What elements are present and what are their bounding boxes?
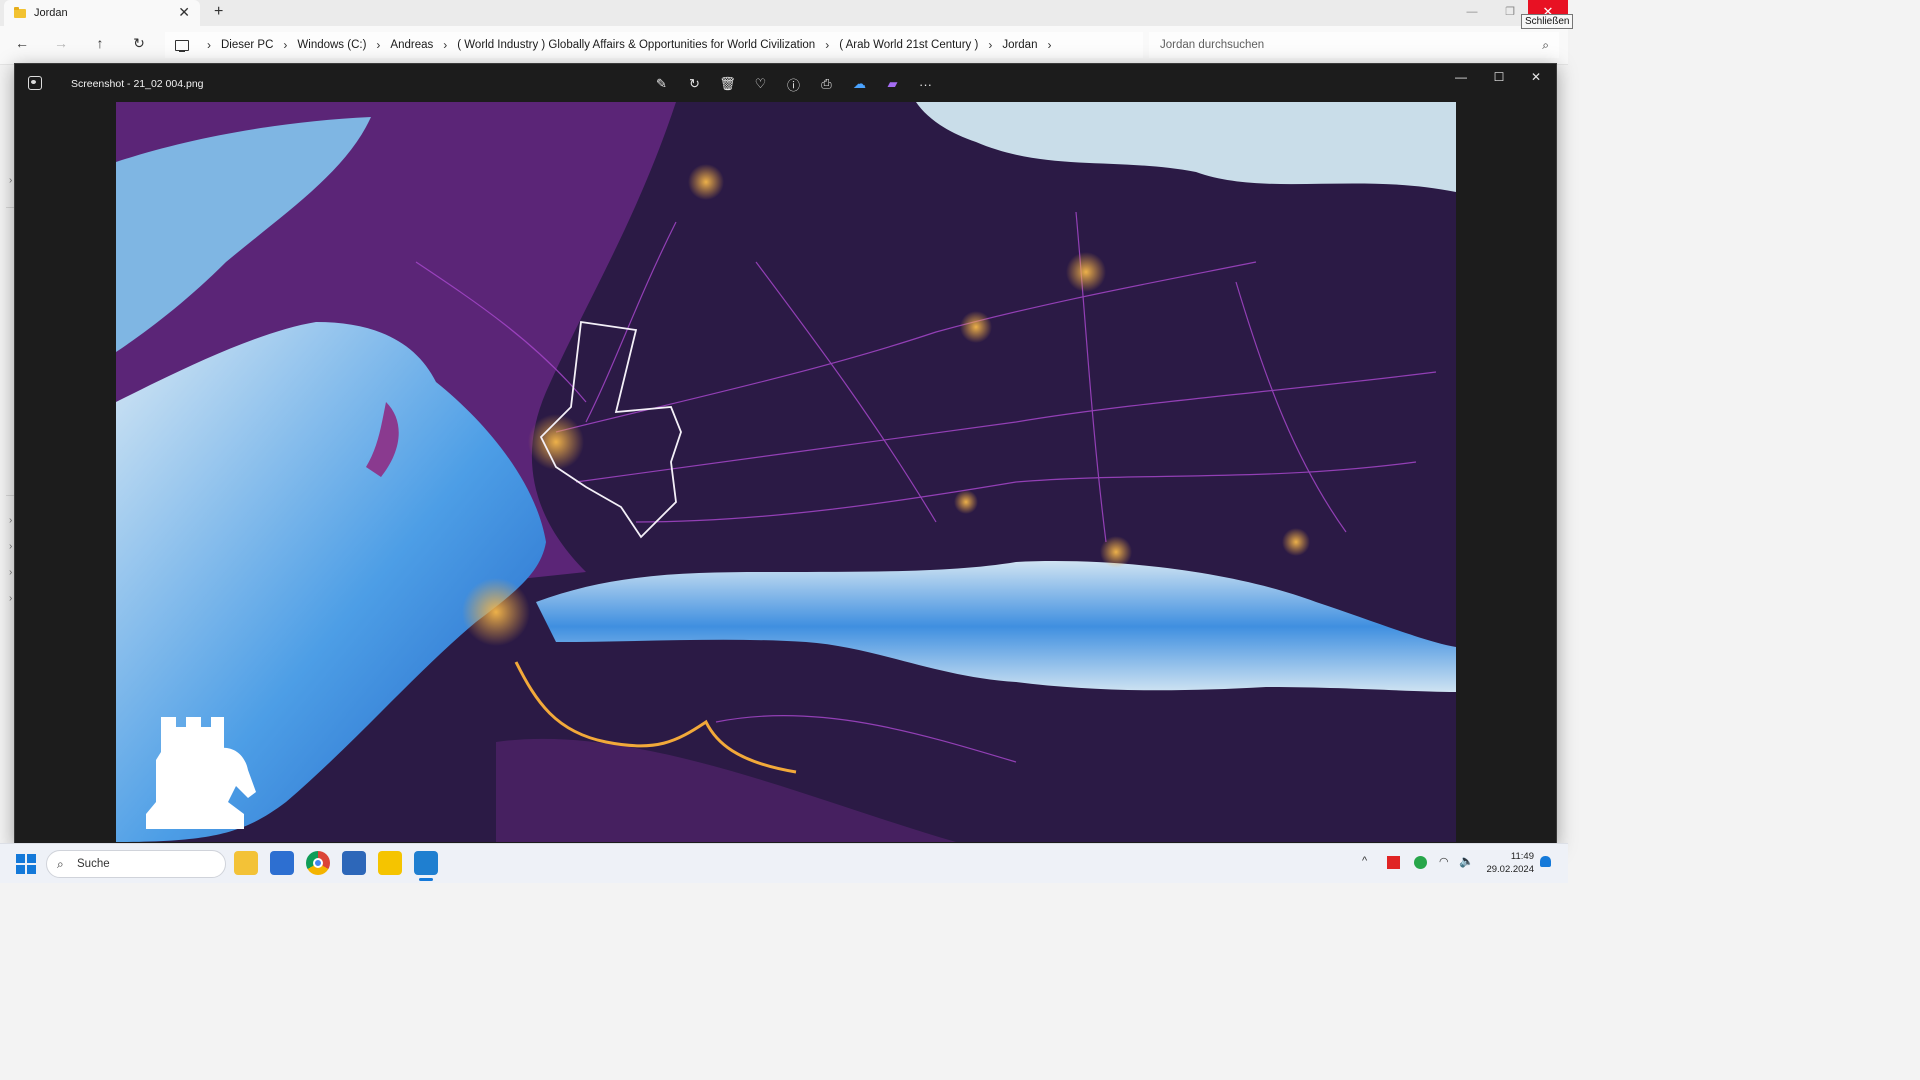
image-filename: Screenshot - 21_02 004.png: [71, 78, 204, 90]
map-image: [116, 102, 1456, 842]
new-tab-button[interactable]: +: [214, 3, 223, 21]
photos-minimize-button[interactable]: —: [1449, 70, 1473, 84]
favorite-icon[interactable]: ♡: [744, 73, 777, 95]
notification-bell-icon[interactable]: [1540, 856, 1551, 867]
chevron-right-icon[interactable]: ›: [825, 38, 829, 52]
folder-icon: [14, 6, 26, 18]
clipchamp-icon[interactable]: ▰: [876, 73, 909, 95]
photos-title-bar: Screenshot - 21_02 004.png ✎ ↻ 🗑 ♡ ⓘ ⎙ ☁…: [15, 64, 1556, 102]
address-bar: ← → ↑ ↻ › Dieser PC › Windows (C:) › And…: [0, 26, 1568, 65]
print-icon[interactable]: ⎙: [810, 73, 843, 95]
chevron-right-icon[interactable]: ›: [207, 38, 211, 52]
divider: [6, 495, 14, 496]
photos-close-button[interactable]: ✕: [1524, 70, 1548, 84]
refresh-button[interactable]: ↻: [129, 35, 149, 52]
chevron-right-icon[interactable]: ›: [9, 567, 12, 578]
chevron-right-icon[interactable]: ›: [283, 38, 287, 52]
chevron-right-icon[interactable]: ›: [9, 175, 12, 186]
tab-bar: Jordan ✕ + — ❐ ✕: [0, 0, 1568, 26]
photos-app-taskbar-icon[interactable]: [414, 851, 438, 875]
back-button[interactable]: ←: [12, 35, 32, 51]
tab-jordan[interactable]: Jordan ✕: [4, 0, 200, 26]
photos-app-icon: [28, 76, 42, 90]
clock-date: 29.02.2024: [1486, 864, 1534, 875]
search-icon[interactable]: ⌕: [1542, 32, 1549, 58]
clock[interactable]: 11:49 29.02.2024: [1484, 850, 1534, 876]
chevron-right-icon[interactable]: ›: [9, 541, 12, 552]
breadcrumb[interactable]: › Dieser PC › Windows (C:) › Andreas › (…: [165, 32, 1143, 58]
onedrive-icon[interactable]: ☁: [843, 73, 876, 95]
notepad-icon[interactable]: [342, 851, 366, 875]
file-explorer-icon[interactable]: [234, 851, 258, 875]
photos-window: Screenshot - 21_02 004.png ✎ ↻ 🗑 ♡ ⓘ ⎙ ☁…: [14, 63, 1557, 845]
microsoft-store-icon[interactable]: [270, 851, 294, 875]
chevron-right-icon[interactable]: ›: [9, 593, 12, 604]
photos-toolbar: ✎ ↻ 🗑 ♡ ⓘ ⎙ ☁ ▰ ···: [645, 73, 942, 95]
media-player-icon[interactable]: [378, 851, 402, 875]
security-tray-icon[interactable]: [1414, 856, 1427, 869]
volume-icon[interactable]: 🔈: [1459, 854, 1474, 868]
acrobat-tray-icon[interactable]: [1387, 856, 1400, 869]
edit-icon[interactable]: ✎: [645, 73, 678, 95]
wifi-icon[interactable]: ◠: [1439, 855, 1449, 868]
windows-start-icon[interactable]: [16, 854, 36, 874]
more-icon[interactable]: ···: [909, 73, 942, 95]
delete-icon[interactable]: 🗑: [711, 73, 744, 95]
chevron-right-icon[interactable]: ›: [988, 38, 992, 52]
image-viewer[interactable]: [116, 102, 1456, 842]
breadcrumb-item[interactable]: ( Arab World 21st Century ): [839, 39, 978, 51]
tab-close-icon[interactable]: ✕: [178, 5, 190, 19]
close-tooltip: Schließen: [1521, 14, 1574, 29]
chrome-icon[interactable]: [306, 851, 330, 875]
info-icon[interactable]: ⓘ: [777, 73, 810, 95]
breadcrumb-item[interactable]: ( World Industry ) Globally Affairs & Op…: [457, 39, 815, 51]
search-icon: ⌕: [57, 857, 64, 871]
forward-button[interactable]: →: [51, 35, 71, 51]
divider: [6, 207, 14, 208]
chevron-right-icon[interactable]: ›: [376, 38, 380, 52]
taskbar-search-label: Suche: [77, 858, 110, 870]
rotate-icon[interactable]: ↻: [678, 73, 711, 95]
clock-time: 11:49: [1510, 851, 1534, 862]
minimize-button[interactable]: —: [1452, 0, 1492, 26]
breadcrumb-item[interactable]: Windows (C:): [297, 39, 366, 51]
chevron-right-icon[interactable]: ›: [443, 38, 447, 52]
breadcrumb-item[interactable]: Jordan: [1002, 39, 1037, 51]
breadcrumb-item[interactable]: Andreas: [390, 39, 433, 51]
tab-title: Jordan: [34, 7, 68, 19]
chevron-right-icon[interactable]: ›: [9, 515, 12, 526]
computer-icon[interactable]: [175, 39, 189, 52]
active-app-indicator: [419, 878, 433, 881]
navigation-pane: › › › › ›: [0, 65, 14, 843]
taskbar: ⌕ Suche ^ ◠ 🔈 11:49 29.02.2024: [0, 843, 1568, 883]
breadcrumb-item[interactable]: Dieser PC: [221, 39, 273, 51]
search-input[interactable]: Jordan durchsuchen ⌕: [1149, 32, 1559, 58]
up-button[interactable]: ↑: [90, 35, 110, 51]
taskbar-search-input[interactable]: ⌕ Suche: [46, 850, 226, 878]
search-placeholder: Jordan durchsuchen: [1160, 39, 1265, 51]
show-hidden-icons-chevron-icon[interactable]: ^: [1362, 855, 1367, 867]
chevron-right-icon[interactable]: ›: [1047, 38, 1051, 52]
photos-maximize-button[interactable]: ☐: [1487, 70, 1511, 84]
